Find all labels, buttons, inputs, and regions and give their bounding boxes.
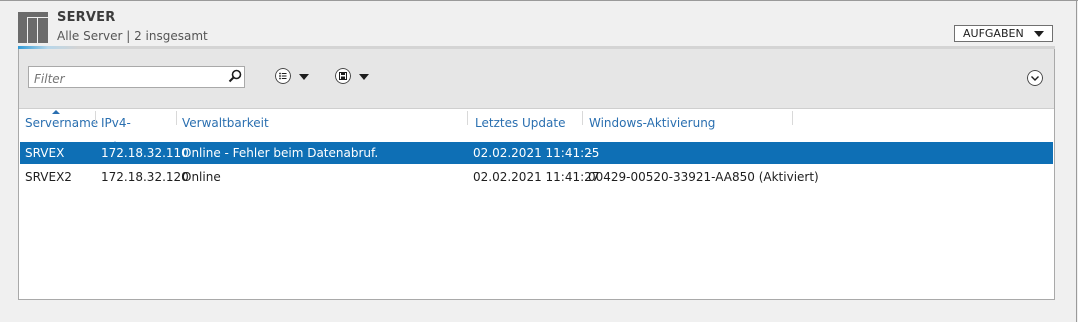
save-icon (335, 68, 351, 84)
sort-ascending-icon (52, 110, 60, 114)
page-title: SERVER (57, 10, 116, 25)
column-divider[interactable] (467, 111, 468, 125)
table-row[interactable]: SRVEX 172.18.32.110 Online - Fehler beim… (20, 142, 1053, 164)
chevron-down-icon (359, 74, 369, 80)
cell-letztes-update: 02.02.2021 11:41:27 (473, 170, 600, 184)
view-options-button[interactable] (275, 66, 315, 88)
cell-windows-aktivierung: - (588, 146, 593, 160)
filter-input[interactable] (28, 66, 245, 88)
table-header: Servername IPv4-Adresse Verwaltbarkeit L… (19, 109, 1054, 154)
cell-windows-aktivierung: 00429-00520-33921-AA850 (Aktiviert) (588, 170, 819, 184)
cell-ipv4: 172.18.32.110 (101, 146, 189, 160)
expand-icon[interactable] (1027, 70, 1043, 86)
tasks-dropdown-button[interactable]: AUFGABEN (954, 25, 1053, 42)
right-border (1076, 0, 1077, 322)
column-header-ipv4[interactable]: IPv4-Adresse (95, 109, 176, 154)
server-panel: Servername IPv4-Adresse Verwaltbarkeit L… (18, 49, 1055, 300)
save-query-button[interactable] (335, 66, 375, 88)
search-icon[interactable] (228, 69, 242, 83)
cell-verwaltbarkeit: Online (182, 170, 221, 184)
cell-letztes-update: 02.02.2021 11:41:25 (473, 146, 600, 160)
toolbar (19, 49, 1054, 109)
cell-servername: SRVEX (25, 146, 65, 160)
cell-servername: SRVEX2 (25, 170, 72, 184)
table-row[interactable]: SRVEX2 172.18.32.120 Online 02.02.2021 1… (20, 166, 1053, 188)
top-border (0, 0, 1078, 1)
server-icon (18, 12, 48, 43)
column-header-windows-aktivierung[interactable]: Windows-Aktivierung (583, 109, 792, 141)
column-divider[interactable] (792, 111, 793, 125)
chevron-down-icon (1034, 31, 1044, 37)
column-header-letztes-update[interactable]: Letztes Update (469, 109, 582, 141)
cell-verwaltbarkeit: Online - Fehler beim Datenabruf. (182, 146, 379, 160)
chevron-down-icon (299, 74, 309, 80)
tasks-label: AUFGABEN (963, 27, 1024, 40)
list-options-icon (275, 68, 291, 84)
page-subtitle: Alle Server | 2 insgesamt (57, 29, 208, 43)
cell-ipv4: 172.18.32.120 (101, 170, 189, 184)
column-header-servername[interactable]: Servername (19, 109, 98, 141)
column-header-verwaltbarkeit[interactable]: Verwaltbarkeit (176, 109, 467, 141)
